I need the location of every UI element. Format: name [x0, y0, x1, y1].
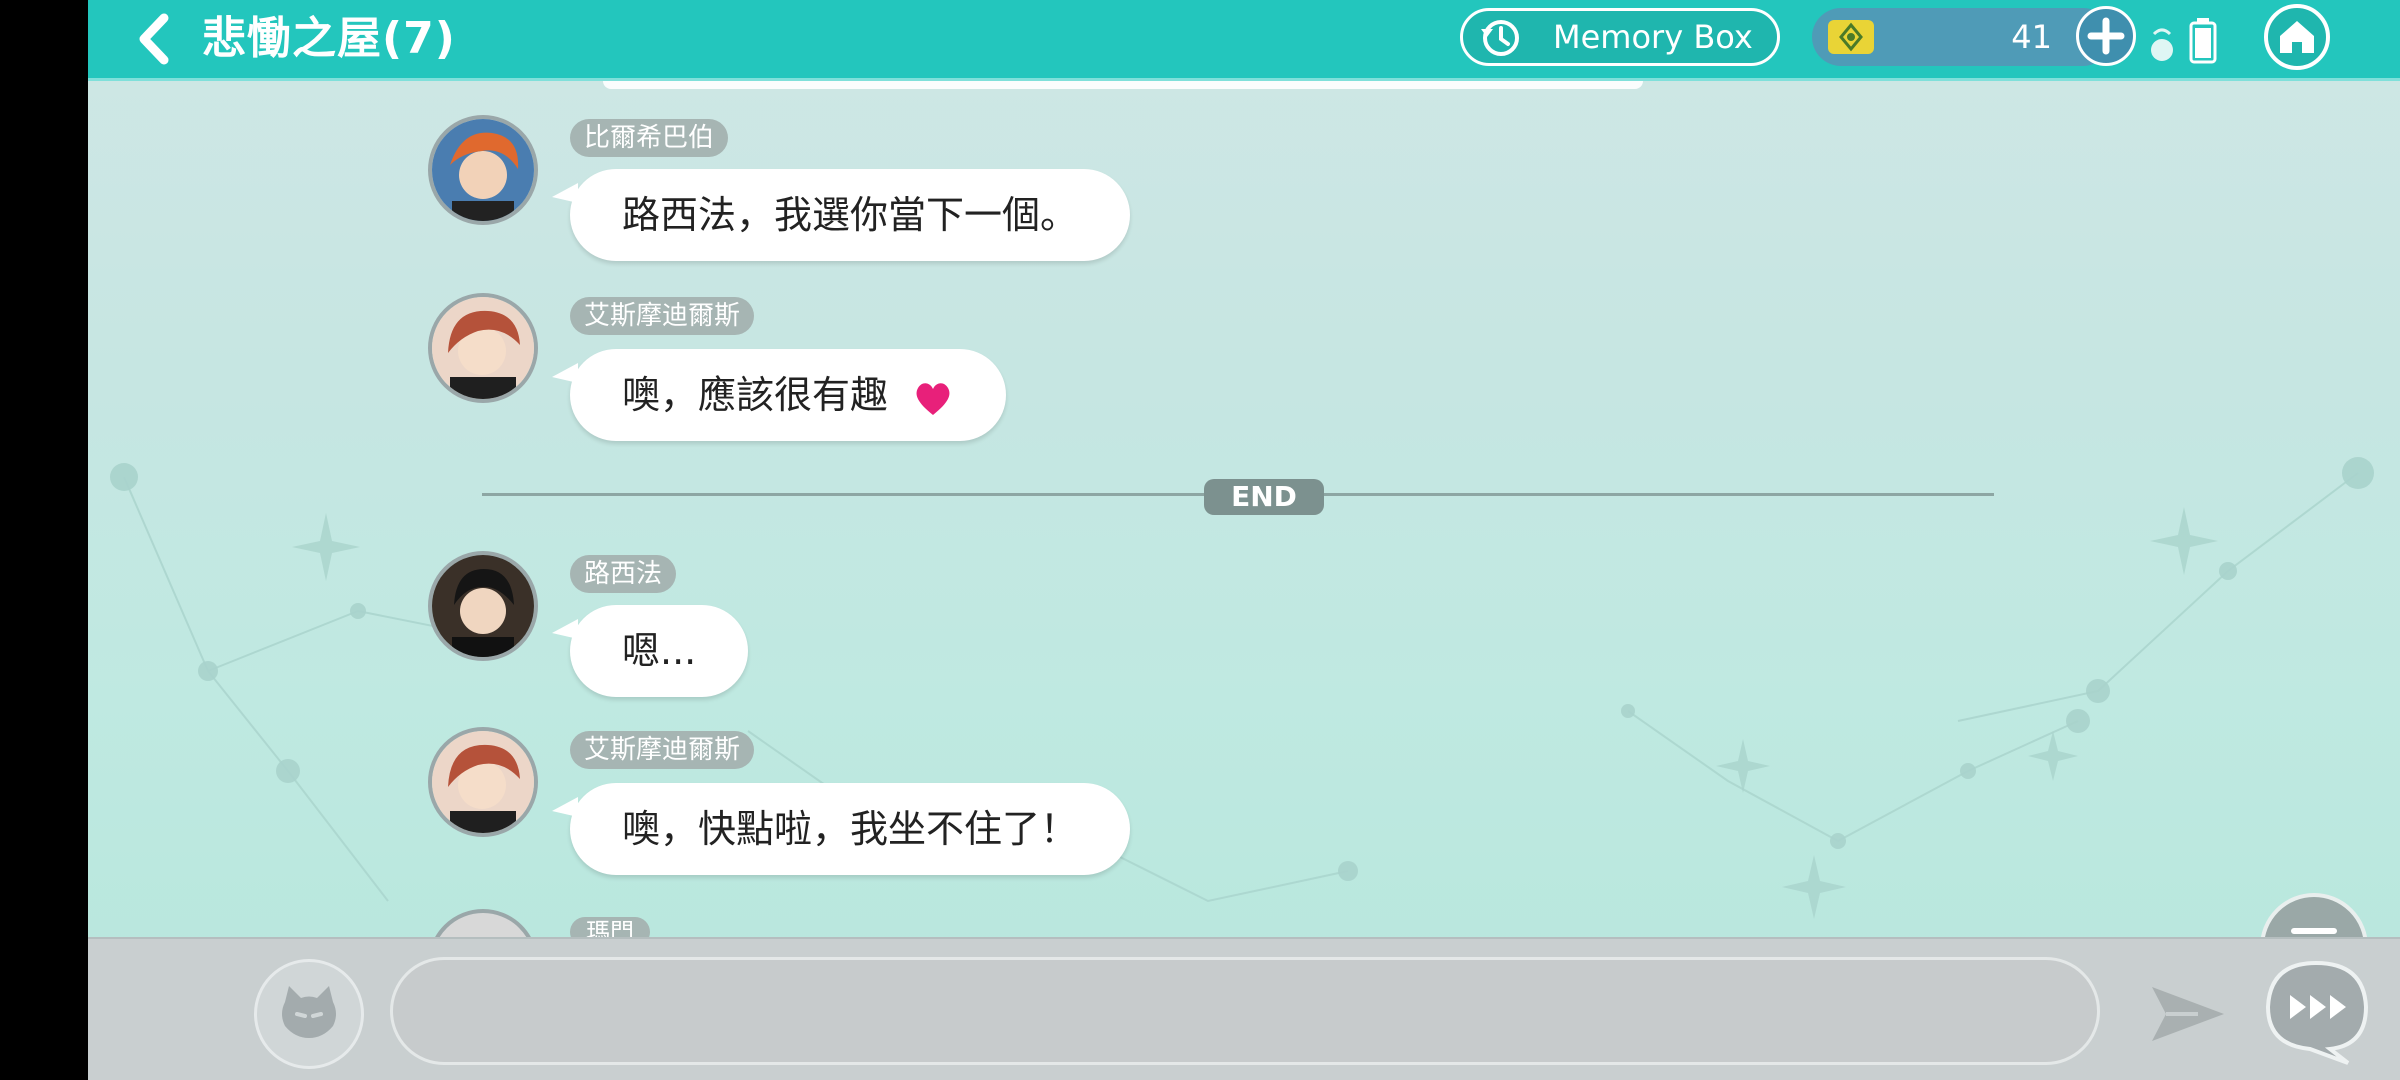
home-button[interactable]: [2264, 4, 2330, 70]
chevron-left-icon: [139, 13, 169, 65]
mascot-icon: [2151, 28, 2173, 61]
home-icon: [2280, 21, 2314, 53]
avatar-asmodeus[interactable]: [428, 293, 538, 403]
hamburger-menu-icon: [2291, 928, 2337, 934]
sender-name: 艾斯摩迪爾斯: [570, 297, 755, 335]
message-text: 噢，快點啦，我坐不住了！: [622, 807, 1079, 851]
end-divider-label: END: [1204, 479, 1324, 515]
fast-forward-button[interactable]: [2260, 957, 2372, 1067]
message-bubble: 噢，應該很有趣: [551, 349, 1007, 441]
plus-icon: [2087, 17, 2125, 55]
battery-icon: [2189, 18, 2217, 64]
chat-title: 悲慟之屋(7): [202, 13, 456, 64]
message-bubble: 噢，快點啦，我坐不住了！: [551, 783, 1131, 875]
input-bar: [88, 937, 2400, 1080]
gem-icon: [1828, 20, 1874, 54]
fast-forward-icon: [2265, 960, 2369, 1065]
message-input[interactable]: [390, 957, 2100, 1065]
sender-name: 比爾希巴伯: [570, 119, 729, 157]
menu-button[interactable]: [2260, 893, 2368, 937]
chat-app: 悲慟之屋(7) Memory Box 41 比爾希巴伯 路西法，我選你當下一個。…: [88, 0, 2400, 1080]
sticker-button[interactable]: [254, 959, 364, 1069]
avatar-asmodeus[interactable]: [428, 727, 538, 837]
message-text: 路西法，我選你當下一個。: [622, 193, 1079, 237]
back-button[interactable]: [132, 10, 178, 68]
screen-edge-bar: [0, 0, 88, 1080]
memory-box-button[interactable]: Memory Box: [1460, 8, 1780, 66]
message-text: 嗯...: [622, 629, 697, 673]
memory-box-label: Memory Box: [1553, 18, 1753, 56]
sender-name: 瑪門: [570, 917, 650, 937]
avatar-lucifer[interactable]: [428, 551, 538, 661]
top-bar: 悲慟之屋(7) Memory Box 41: [88, 0, 2400, 81]
send-icon: [2152, 987, 2224, 1041]
send-button[interactable]: [2148, 979, 2228, 1049]
chat-area[interactable]: 比爾希巴伯 路西法，我選你當下一個。 艾斯摩迪爾斯 噢，應該很有趣 END 路西…: [88, 81, 2400, 937]
history-clock-icon: [1481, 20, 1519, 56]
message-text: 噢，應該很有趣: [622, 373, 889, 417]
devil-cat-icon: [282, 986, 336, 1038]
previous-message-bubble: [603, 81, 1643, 89]
sender-name: 路西法: [570, 555, 677, 593]
currency-display: 41: [1812, 8, 2112, 66]
heart-icon: [916, 382, 950, 415]
currency-count: 41: [2011, 18, 2052, 56]
add-currency-button[interactable]: [2076, 6, 2136, 66]
avatar-beelzebub[interactable]: [428, 115, 538, 225]
sender-name: 艾斯摩迪爾斯: [570, 731, 755, 769]
message-bubble: 嗯...: [551, 605, 749, 697]
message-bubble: 路西法，我選你當下一個。: [551, 169, 1131, 261]
